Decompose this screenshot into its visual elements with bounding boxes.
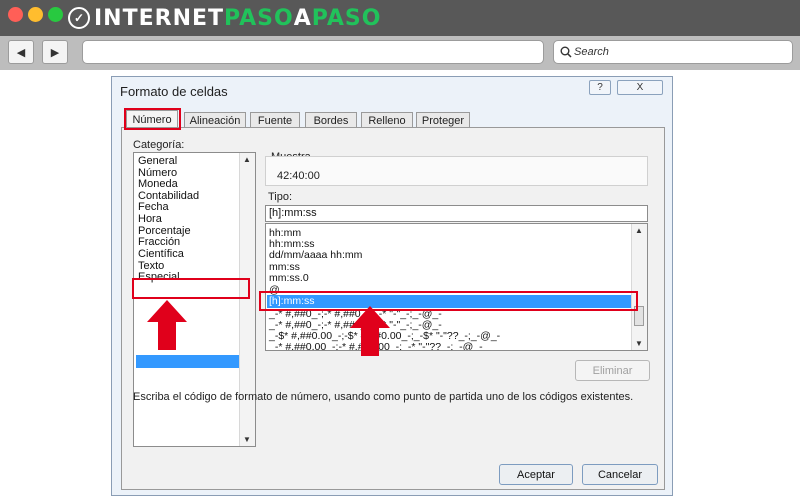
sample-value: 42:40:00 bbox=[277, 170, 320, 182]
format-scrollbar[interactable]: ▲ ▼ bbox=[631, 224, 647, 350]
close-button[interactable]: X bbox=[617, 80, 663, 95]
highlight-tab-numero bbox=[124, 108, 181, 130]
scroll-down-icon[interactable]: ▼ bbox=[635, 339, 643, 348]
dialog-title: Formato de celdas bbox=[120, 84, 228, 99]
accept-button[interactable]: Aceptar bbox=[499, 464, 573, 485]
sample-box: 42:40:00 bbox=[265, 156, 648, 186]
maximize-window-dot[interactable] bbox=[48, 7, 63, 22]
help-icon: ? bbox=[597, 82, 603, 93]
scroll-up-icon[interactable]: ▲ bbox=[635, 226, 643, 235]
highlight-format-hmmss bbox=[259, 291, 638, 311]
browser-toolbar: ◀ ▶ Search bbox=[0, 36, 800, 70]
minimize-window-dot[interactable] bbox=[28, 7, 43, 22]
category-selection-highlight bbox=[136, 355, 239, 368]
category-item[interactable]: Hora bbox=[138, 213, 162, 225]
tab-label: Proteger bbox=[421, 115, 465, 127]
category-item[interactable]: Fracción bbox=[138, 236, 180, 248]
scroll-up-icon[interactable]: ▲ bbox=[243, 155, 251, 164]
category-item[interactable]: General bbox=[138, 155, 177, 167]
search-box[interactable]: Search bbox=[553, 40, 793, 64]
tab-label: Fuente bbox=[257, 115, 293, 127]
back-button[interactable]: ◀ bbox=[8, 40, 34, 64]
close-icon: X bbox=[636, 82, 644, 93]
tab-label: Alineación bbox=[189, 115, 241, 127]
categoria-label: Categoría: bbox=[133, 139, 185, 151]
format-code-list[interactable]: hh:mm hh:mm:ss dd/mm/aaaa hh:mm mm:ss mm… bbox=[265, 223, 648, 351]
address-bar[interactable] bbox=[82, 40, 544, 64]
tab-label: Relleno bbox=[368, 115, 406, 127]
category-item[interactable]: Moneda bbox=[138, 178, 178, 190]
tab-label: Bordes bbox=[313, 115, 349, 127]
tipo-label: Tipo: bbox=[268, 191, 293, 203]
up-arrow-icon bbox=[350, 306, 390, 356]
browser-titlebar: ✓ INTERNET PASO A PASO bbox=[0, 0, 800, 36]
scroll-down-icon[interactable]: ▼ bbox=[243, 435, 251, 444]
logo-text-paso-end: PASO bbox=[311, 5, 382, 31]
logo-text-a: A bbox=[293, 5, 312, 31]
forward-arrow-icon: ▶ bbox=[50, 46, 60, 59]
search-placeholder: Search bbox=[574, 46, 609, 58]
forward-button[interactable]: ▶ bbox=[42, 40, 68, 64]
search-icon bbox=[560, 46, 572, 58]
eliminar-button[interactable]: Eliminar bbox=[575, 360, 650, 381]
logo-text-internet: INTERNET bbox=[94, 5, 225, 31]
format-item[interactable]: dd/mm/aaaa hh:mm bbox=[269, 249, 362, 261]
back-arrow-icon: ◀ bbox=[16, 46, 26, 59]
logo-text-paso: PASO bbox=[224, 5, 294, 31]
highlight-personalizada bbox=[132, 278, 250, 299]
type-input[interactable]: [h]:mm:ss bbox=[265, 205, 648, 222]
category-item[interactable]: Fecha bbox=[138, 201, 169, 213]
up-arrow-icon bbox=[147, 300, 187, 350]
category-item[interactable]: Científica bbox=[138, 248, 184, 260]
cancel-button[interactable]: Cancelar bbox=[582, 464, 658, 485]
site-logo: ✓ INTERNET PASO A PASO bbox=[68, 4, 381, 32]
help-button[interactable]: ? bbox=[589, 80, 611, 95]
description-text: Escriba el código de formato de número, … bbox=[133, 391, 634, 403]
close-window-dot[interactable] bbox=[8, 7, 23, 22]
internetpasoapaso-logo-icon: ✓ bbox=[68, 7, 90, 29]
format-item[interactable]: mm:ss.0 bbox=[269, 272, 309, 284]
